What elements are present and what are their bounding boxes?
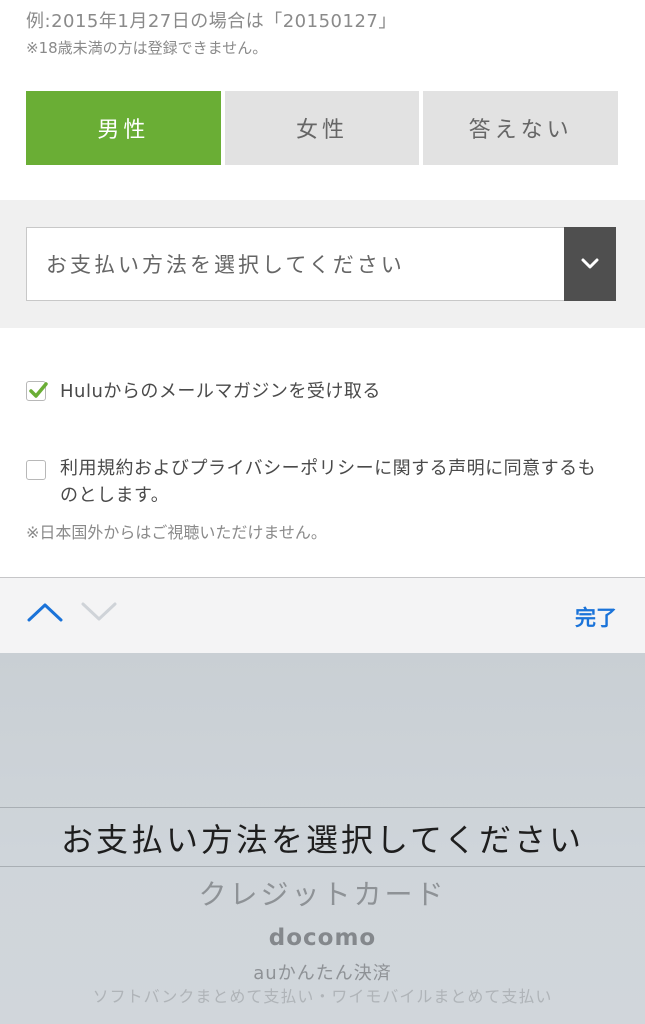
region-restriction-notice: ※日本国外からはご視聴いただけません。 — [26, 523, 327, 542]
signup-form-page: 例:2015年1月27日の場合は「20150127」 ※18歳未満の方は登録でき… — [0, 0, 645, 1024]
picker-selection-bottom-line — [0, 866, 645, 867]
terms-option: 利用規約およびプライバシーポリシーに関する声明に同意するものとします。 — [26, 455, 606, 509]
picker-option-credit-card[interactable]: クレジットカード — [0, 873, 645, 913]
gender-selector: 男性 女性 答えない — [26, 91, 619, 165]
picker-option-softbank[interactable]: ソフトバンクまとめて支払い・ワイモバイルまとめて支払い — [0, 983, 645, 1007]
age-restriction-notice: ※18歳未満の方は登録できません。 — [26, 39, 268, 57]
chevron-down-icon — [564, 227, 616, 301]
done-button[interactable]: 完了 — [575, 602, 617, 632]
picker-option-au[interactable]: auかんたん決済 — [0, 959, 645, 985]
birthdate-format-hint: 例:2015年1月27日の場合は「20150127」 — [26, 11, 397, 32]
keyboard-accessory-toolbar: 完了 — [0, 577, 645, 653]
newsletter-option: Huluからのメールマガジンを受け取る — [26, 378, 381, 405]
picker-option-docomo[interactable]: docomo — [0, 925, 645, 951]
gender-male-button[interactable]: 男性 — [26, 91, 221, 165]
gender-no-answer-button[interactable]: 答えない — [423, 91, 619, 165]
checkmark-icon — [29, 382, 48, 398]
chevron-up-icon[interactable] — [26, 600, 64, 628]
payment-method-select[interactable]: お支払い方法を選択してください — [26, 227, 616, 301]
payment-method-select-label: お支払い方法を選択してください — [46, 253, 405, 277]
newsletter-checkbox[interactable] — [26, 381, 48, 401]
terms-label: 利用規約およびプライバシーポリシーに関する声明に同意するものとします。 — [60, 458, 597, 506]
picker-selection-top-line — [0, 807, 645, 808]
chevron-down-icon[interactable] — [80, 600, 118, 628]
terms-checkbox[interactable] — [26, 460, 46, 480]
picker-option-selected[interactable]: お支払い方法を選択してください — [0, 815, 645, 861]
payment-method-picker[interactable]: お支払い方法を選択してください クレジットカード docomo auかんたん決済… — [0, 653, 645, 1024]
newsletter-label: Huluからのメールマガジンを受け取る — [60, 381, 381, 402]
gender-female-button[interactable]: 女性 — [224, 91, 420, 165]
